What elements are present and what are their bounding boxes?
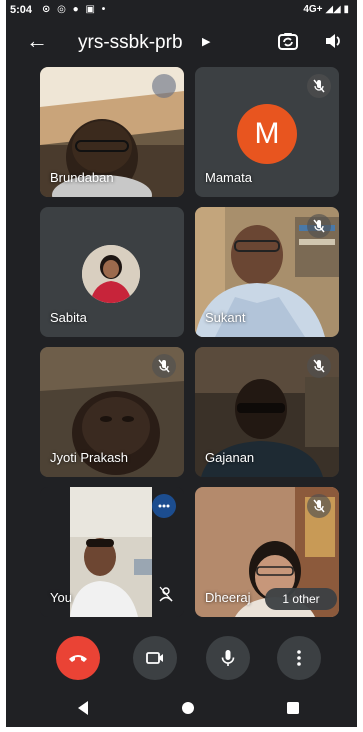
participant-tile-sukant[interactable]: Sukant xyxy=(195,207,339,337)
call-controls xyxy=(6,628,357,688)
other-participants-pill[interactable]: 1 other xyxy=(265,588,337,610)
participant-tile-brundaban[interactable]: Brundaban xyxy=(40,67,184,197)
more-vert-icon xyxy=(297,650,301,666)
mic-off-icon xyxy=(307,214,331,238)
battery-icon: ▮ xyxy=(343,4,349,15)
nav-home-icon[interactable] xyxy=(181,701,195,720)
mic-off-icon xyxy=(307,354,331,378)
speaker-icon[interactable] xyxy=(324,32,342,55)
nav-back-icon[interactable] xyxy=(76,700,90,721)
avatar: M xyxy=(237,104,297,164)
mic-icon xyxy=(221,650,235,666)
end-call-icon xyxy=(69,655,87,662)
switch-camera-icon[interactable] xyxy=(278,32,298,55)
mic-off-icon xyxy=(152,354,176,378)
nav-recents-icon[interactable] xyxy=(286,701,300,720)
notification-icons: ⊙ ◎ ● ▣ • xyxy=(42,4,108,15)
system-nav-bar xyxy=(6,690,357,727)
more-options-icon[interactable] xyxy=(152,494,176,518)
status-time: 5:04 xyxy=(10,4,33,16)
status-bar: 5:04 ⊙ ◎ ● ▣ • 4G+ ◢◢ ▮ xyxy=(6,0,357,20)
participant-name: Jyoti Prakash xyxy=(50,450,129,465)
meet-screen: 5:04 ⊙ ◎ ● ▣ • 4G+ ◢◢ ▮ ← yrs-ssbk-prb ▶ xyxy=(6,0,357,727)
participant-name: Gajanan xyxy=(205,450,255,465)
participant-name: Dheeraj xyxy=(205,590,251,605)
network-indicator: 4G+ ◢◢ ▮ xyxy=(303,4,349,15)
participant-tile-mamata[interactable]: M Mamata xyxy=(195,67,339,197)
camera-button[interactable] xyxy=(133,636,177,680)
meeting-title[interactable]: yrs-ssbk-prb xyxy=(78,32,183,54)
participant-tile-you[interactable]: You xyxy=(40,487,184,617)
mic-button[interactable] xyxy=(206,636,250,680)
people-icon xyxy=(158,586,174,607)
camera-icon xyxy=(146,652,163,664)
top-bar: ← yrs-ssbk-prb ▶ xyxy=(6,22,357,62)
signal-icon: ◢◢ xyxy=(325,4,341,15)
participant-name: Brundaban xyxy=(50,170,114,185)
more-options-button[interactable] xyxy=(277,636,321,680)
participant-tile-gajanan[interactable]: Gajanan xyxy=(195,347,339,477)
chevron-right-icon[interactable]: ▶ xyxy=(202,35,210,48)
mic-off-icon xyxy=(307,74,331,98)
network-type: 4G+ xyxy=(303,4,323,15)
avatar xyxy=(82,245,140,303)
participant-name: You xyxy=(50,590,72,605)
participant-name: Mamata xyxy=(205,170,252,185)
more-options-icon[interactable] xyxy=(152,74,176,98)
mic-off-icon xyxy=(307,494,331,518)
participant-name: Sabita xyxy=(50,310,87,325)
participant-tile-jyoti-prakash[interactable]: Jyoti Prakash xyxy=(40,347,184,477)
back-arrow-icon[interactable]: ← xyxy=(26,28,48,54)
end-call-button[interactable] xyxy=(56,636,100,680)
participant-tile-sabita[interactable]: Sabita xyxy=(40,207,184,337)
participant-name: Sukant xyxy=(205,310,246,325)
